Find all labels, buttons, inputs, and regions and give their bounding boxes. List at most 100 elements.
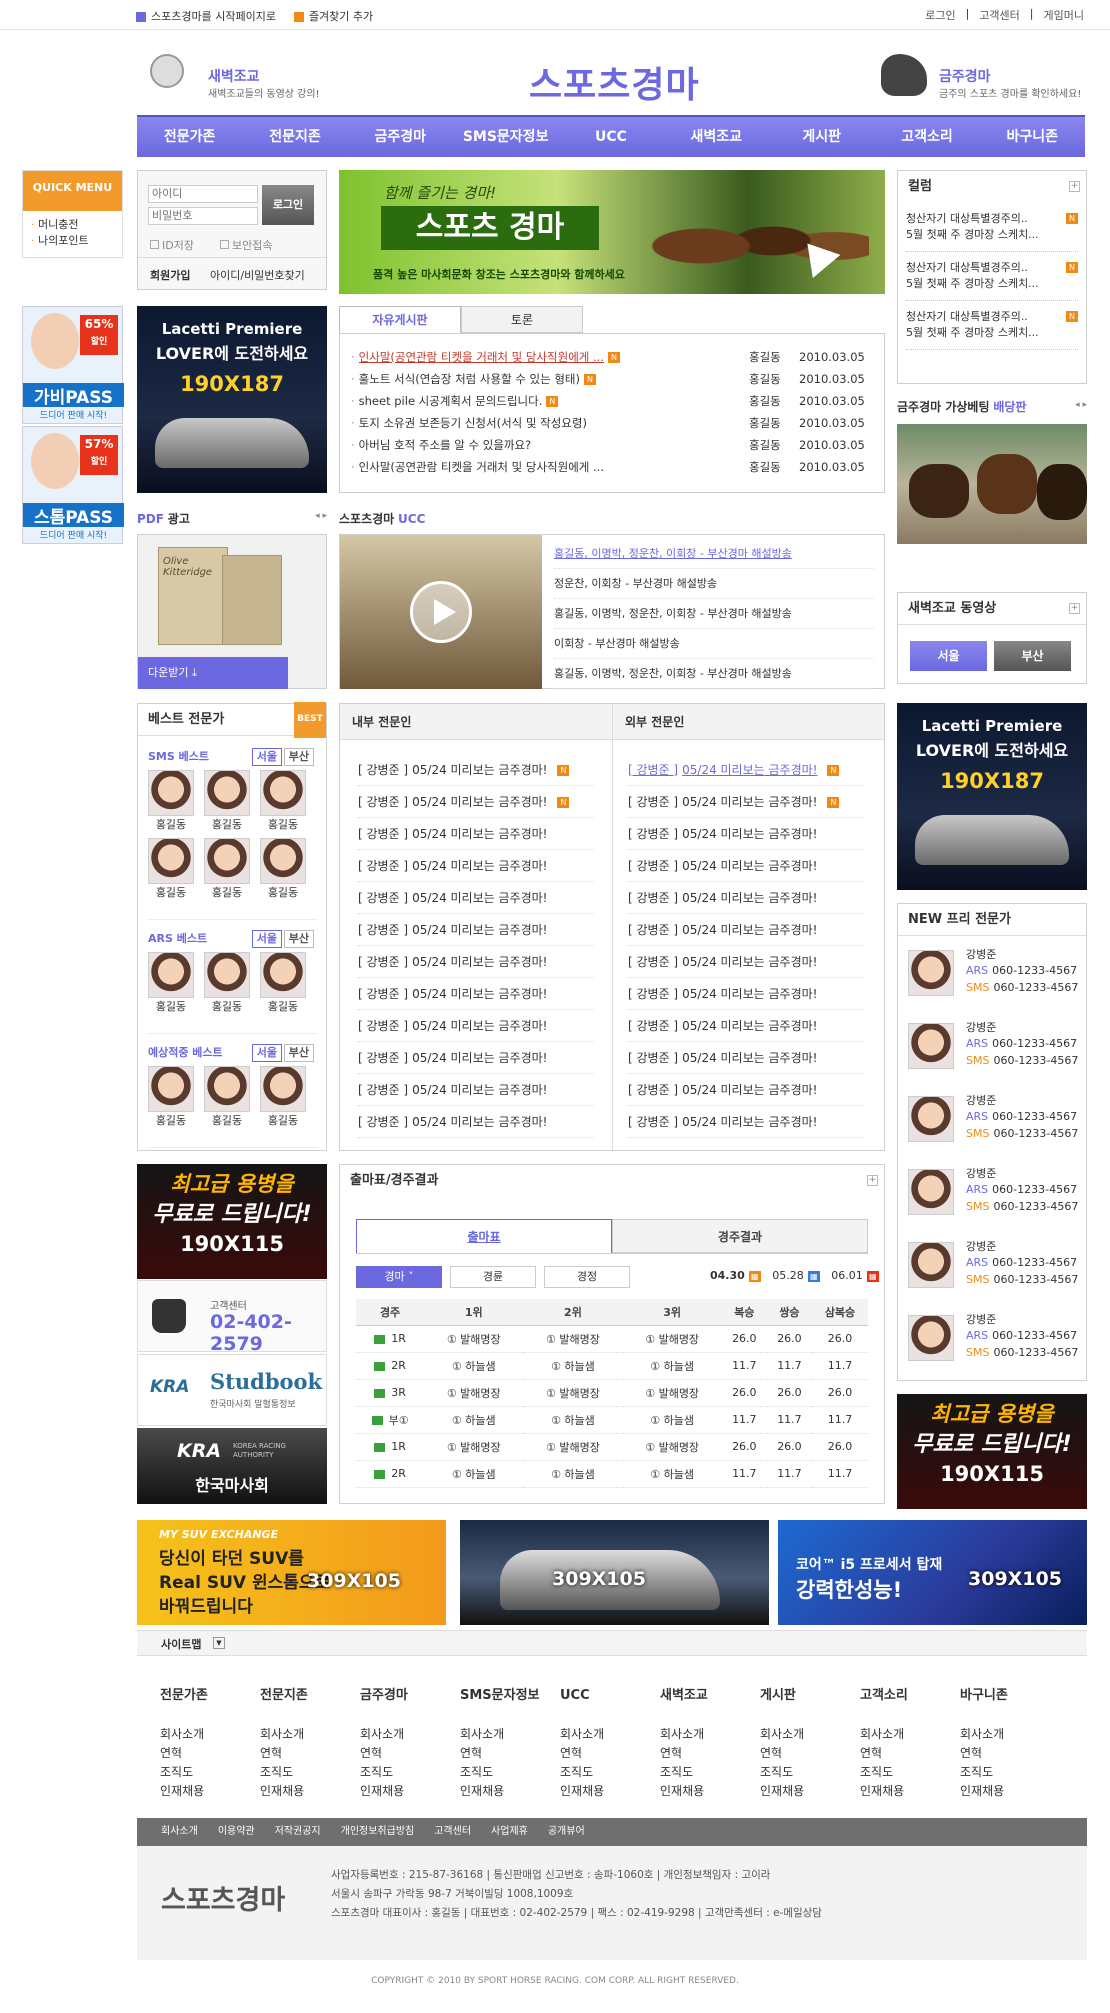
expert-post[interactable]: [ 강병준 ] 05/24 미리보는 금주경마! [628, 1042, 864, 1074]
secure-login-checkbox[interactable]: 보안접속 [220, 237, 272, 253]
race-row[interactable]: 2R ① 하늘샘 ① 하늘샘 ① 하늘샘 11.7 11.7 11.7 [356, 1352, 868, 1380]
footer-nav-link[interactable]: 사업제휴 [491, 1818, 528, 1846]
sitemap-link[interactable]: 조직도 [160, 1763, 260, 1782]
sitemap-link[interactable]: 연혁 [260, 1744, 360, 1763]
join-link[interactable]: 회원가입 [150, 267, 190, 283]
column-item[interactable]: 청산자기 대상특별경주의.. 5월 첫째 주 경마장 스케치... N [906, 301, 1078, 350]
sitemap-link[interactable]: 연혁 [360, 1744, 460, 1763]
tab-busan[interactable]: 부산 [283, 930, 314, 948]
race-row[interactable]: 1R ① 발해명장 ① 발해명장 ① 발해명장 26.0 26.0 26.0 [356, 1433, 868, 1461]
customer-center-link[interactable]: 고객센터 [979, 7, 1019, 23]
expert-post[interactable]: [ 강병준 ] 05/24 미리보는 금주경마! N [358, 786, 594, 818]
tab-busan[interactable]: 부산 [283, 748, 314, 766]
board-title[interactable]: 토지 소유권 보존등기 신청서(서식 및 작성요령) [359, 412, 587, 434]
date-option[interactable]: 05.28 [772, 1269, 804, 1282]
nav-item[interactable]: 바구니존 [980, 117, 1085, 157]
sitemap-link[interactable]: 인재채용 [760, 1782, 860, 1801]
expert-post[interactable]: [ 강병준 ] 05/24 미리보는 금주경마! [358, 914, 594, 946]
tab-seoul[interactable]: 서울 [251, 1044, 282, 1062]
sitemap-link[interactable]: 회사소개 [460, 1725, 560, 1744]
expert-card[interactable]: 홍길동 [204, 1066, 250, 1128]
prev-next-icon[interactable]: ◂ ▸ [1075, 400, 1087, 410]
betting-photo[interactable] [897, 424, 1087, 544]
footer-nav-link[interactable]: 공개뷰어 [548, 1818, 585, 1846]
nav-item[interactable]: 금주경마 [348, 117, 453, 157]
sitemap-link[interactable]: 연혁 [660, 1744, 760, 1763]
sitemap-link[interactable]: 인재채용 [460, 1782, 560, 1801]
nav-item[interactable]: 고객소리 [874, 117, 979, 157]
expert-post[interactable]: [ 강병준 ] 05/24 미리보는 금주경마! [358, 946, 594, 978]
free-expert-item[interactable]: 강병준 ARS 060-1233-4567 SMS 060-1233-4567 [906, 1236, 1081, 1309]
seoul-button[interactable]: 서울 [910, 641, 987, 671]
date-option[interactable]: 06.01 [831, 1269, 863, 1282]
set-homepage-link[interactable]: 스포츠경마를 시작페이지로 [136, 8, 276, 24]
ad-lacetti-right[interactable]: Lacetti Premiere LOVER에 도전하세요 190X187 [897, 703, 1087, 890]
filter-boat[interactable]: 경정 [544, 1266, 630, 1288]
game-money-link[interactable]: 게임머니 [1044, 7, 1084, 23]
sitemap-link[interactable]: 조직도 [660, 1763, 760, 1782]
customer-center[interactable]: 고객센터 02-402-2579 [137, 1280, 327, 1355]
ad-free-left[interactable]: 최고급 용병을 무료로 드립니다! 190X115 [137, 1164, 327, 1279]
add-bookmark-link[interactable]: 즐겨찾기 추가 [293, 8, 373, 24]
expert-post[interactable]: [ 강병준 ] 05/24 미리보는 금주경마! [358, 1042, 594, 1074]
board-row[interactable]: · 훌노트 서식(연습장 처럼 사용할 수 있는 형태) N 홍길동 2010.03.0… [351, 368, 875, 390]
expert-post[interactable]: [ 강병준 ] 05/24 미리보는 금주경마! [628, 946, 864, 978]
ad-free-right[interactable]: 최고급 용병을 무료로 드립니다! 190X115 [897, 1394, 1087, 1509]
free-expert-item[interactable]: 강병준 ARS 060-1233-4567 SMS 060-1233-4567 [906, 1309, 1081, 1382]
free-expert-item[interactable]: 강병준 ARS 060-1233-4567 SMS 060-1233-4567 [906, 1017, 1081, 1090]
expert-post[interactable]: [ 강병준 ] 05/24 미리보는 금주경마! [358, 1010, 594, 1042]
date-selected[interactable]: 04.30 [710, 1269, 745, 1282]
sitemap-link[interactable]: 회사소개 [160, 1725, 260, 1744]
ucc-item[interactable]: 홍길동, 이명박, 정운찬, 이회창 - 부산경마 해설방송 [554, 539, 874, 569]
footer-nav-link[interactable]: 개인정보취급방침 [341, 1818, 415, 1846]
sitemap-link[interactable]: 인재채용 [560, 1782, 660, 1801]
main-visual[interactable]: 함께 즐기는 경마! 스포츠 경마 품격 높은 마사회문화 창조는 스포츠경마와… [339, 170, 885, 294]
tab-seoul[interactable]: 서울 [251, 748, 282, 766]
kra-logo[interactable]: KRA KOREA RACING AUTHORITY 한국마사회 [137, 1428, 327, 1504]
more-icon[interactable]: + [1069, 603, 1080, 614]
column-item[interactable]: 청산자기 대상특별경주의.. 5월 첫째 주 경마장 스케치... N [906, 252, 1078, 301]
ad-lacetti-left[interactable]: Lacetti Premiere LOVER에 도전하세요 190X187 [137, 306, 327, 493]
expert-post[interactable]: [ 강병준 ] 05/24 미리보는 금주경마! [358, 818, 594, 850]
ucc-item[interactable]: 홍길동, 이명박, 정운찬, 이회창 - 부산경마 해설방송 [554, 599, 874, 629]
expert-card[interactable]: 홍길동 [260, 838, 306, 900]
footer-nav-link[interactable]: 저작권공지 [275, 1818, 321, 1846]
race-row[interactable]: 부① ① 하늘샘 ① 하늘샘 ① 하늘샘 11.7 11.7 11.7 [356, 1406, 868, 1434]
expert-post[interactable]: [ 강병준 ] 05/24 미리보는 금주경마! [628, 1010, 864, 1042]
free-expert-item[interactable]: 강병준 ARS 060-1233-4567 SMS 060-1233-4567 [906, 1163, 1081, 1236]
tab-discussion[interactable]: 토론 [461, 306, 583, 333]
sitemap-link[interactable]: 회사소개 [360, 1725, 460, 1744]
expert-card[interactable]: 홍길동 [204, 770, 250, 832]
expert-card[interactable]: 홍길동 [260, 770, 306, 832]
tab-race-card[interactable]: 출마표 [356, 1219, 612, 1253]
sitemap-link[interactable]: 연혁 [760, 1744, 860, 1763]
board-title[interactable]: 인사말(공연관람 티켓을 거래처 및 당사직원에게 ... [359, 346, 604, 368]
expert-post[interactable]: [ 강병준 ] 05/24 미리보는 금주경마! [358, 978, 594, 1010]
sitemap-link[interactable]: 인재채용 [260, 1782, 360, 1801]
expert-post[interactable]: [ 강병준 ] 05/24 미리보는 금주경마! N [628, 754, 864, 786]
expert-post[interactable]: [ 강병준 ] 05/24 미리보는 금주경마! [628, 882, 864, 914]
studbook-logo[interactable]: KRA Studbook 한국마사회 말혈통정보 [137, 1354, 327, 1426]
calendar-icon[interactable]: ▦ [866, 1270, 879, 1282]
more-icon[interactable]: + [1069, 181, 1080, 192]
sitemap-link[interactable]: 회사소개 [860, 1725, 960, 1744]
nav-item[interactable]: 전문가존 [137, 117, 242, 157]
ucc-item[interactable]: 홍길동, 이명박, 정운찬, 이회창 - 부산경마 해설방송 [554, 659, 874, 689]
filter-horse[interactable]: 경마 ˅ [356, 1266, 442, 1288]
chevron-down-icon[interactable]: ▼ [213, 1637, 225, 1649]
nav-item[interactable]: 전문지존 [242, 117, 347, 157]
sitemap-link[interactable]: 인재채용 [360, 1782, 460, 1801]
nav-item[interactable]: 게시판 [769, 117, 874, 157]
sitemap-link[interactable]: 연혁 [160, 1744, 260, 1763]
sitemap-link[interactable]: 회사소개 [960, 1725, 1060, 1744]
free-expert-item[interactable]: 강병준 ARS 060-1233-4567 SMS 060-1233-4567 [906, 1090, 1081, 1163]
footer-nav-link[interactable]: 고객센터 [434, 1818, 471, 1846]
sitemap-link[interactable]: 인재채용 [660, 1782, 760, 1801]
ad-core-i5[interactable]: 코어™ i5 프로세서 탑재 강력한성능! 309X105 [778, 1520, 1087, 1625]
sitemap-link[interactable]: 조직도 [760, 1763, 860, 1782]
expert-card[interactable]: 홍길동 [260, 1066, 306, 1128]
expert-post[interactable]: [ 강병준 ] 05/24 미리보는 금주경마! [358, 1106, 594, 1138]
sitemap-link[interactable]: 조직도 [460, 1763, 560, 1782]
sitemap-link[interactable]: 조직도 [560, 1763, 660, 1782]
download-button[interactable]: 다운받기 ⤓ [138, 657, 288, 689]
